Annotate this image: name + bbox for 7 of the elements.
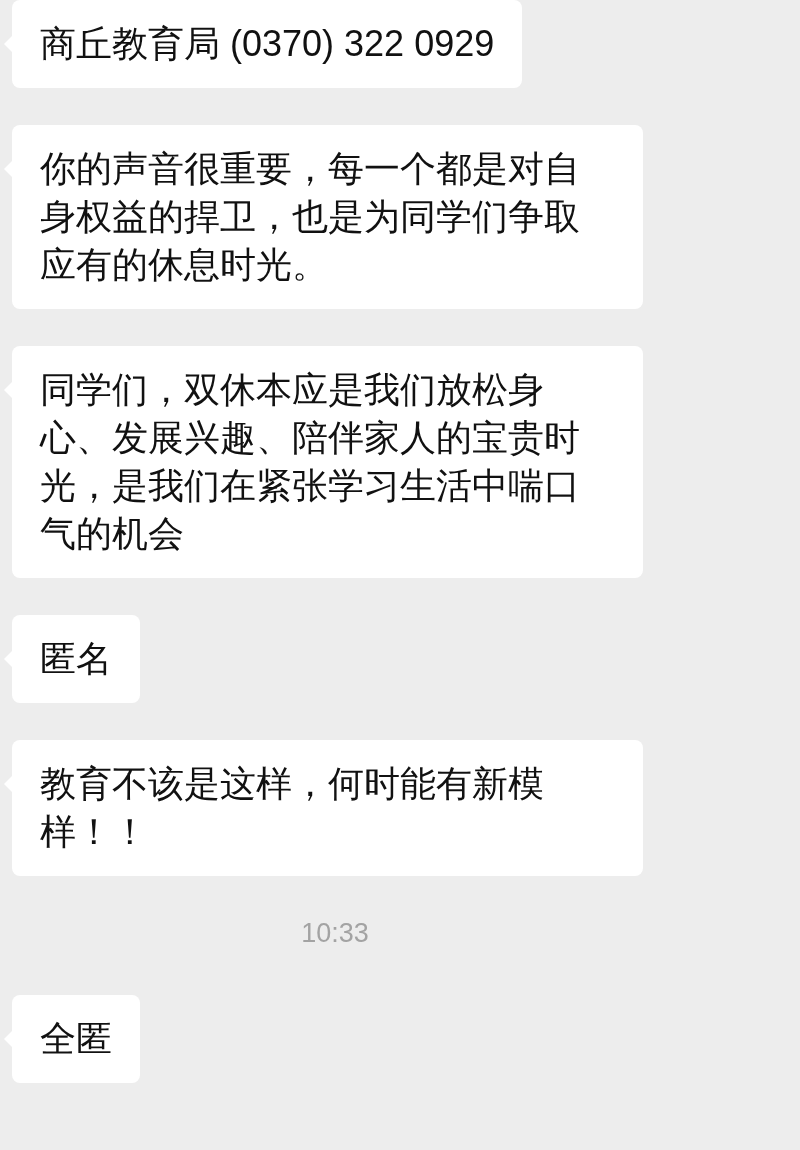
message-text: 全匿 bbox=[40, 1017, 112, 1061]
message-text: 你的声音很重要，每一个都是对自身权益的捍卫，也是为同学们争取应有的休息时光。 bbox=[40, 147, 581, 287]
message-text: 匿名 bbox=[40, 637, 112, 681]
timestamp: 10:33 bbox=[301, 918, 369, 948]
message-text: 教育不该是这样，何时能有新模样！！ bbox=[40, 762, 545, 854]
message-text: 商丘教育局 (0370) 322 0929 bbox=[40, 22, 495, 66]
message-text: 同学们，双休本应是我们放松身心、发展兴趣、陪伴家人的宝贵时光，是我们在紧张学习生活中喘口气的机会 bbox=[40, 368, 581, 556]
